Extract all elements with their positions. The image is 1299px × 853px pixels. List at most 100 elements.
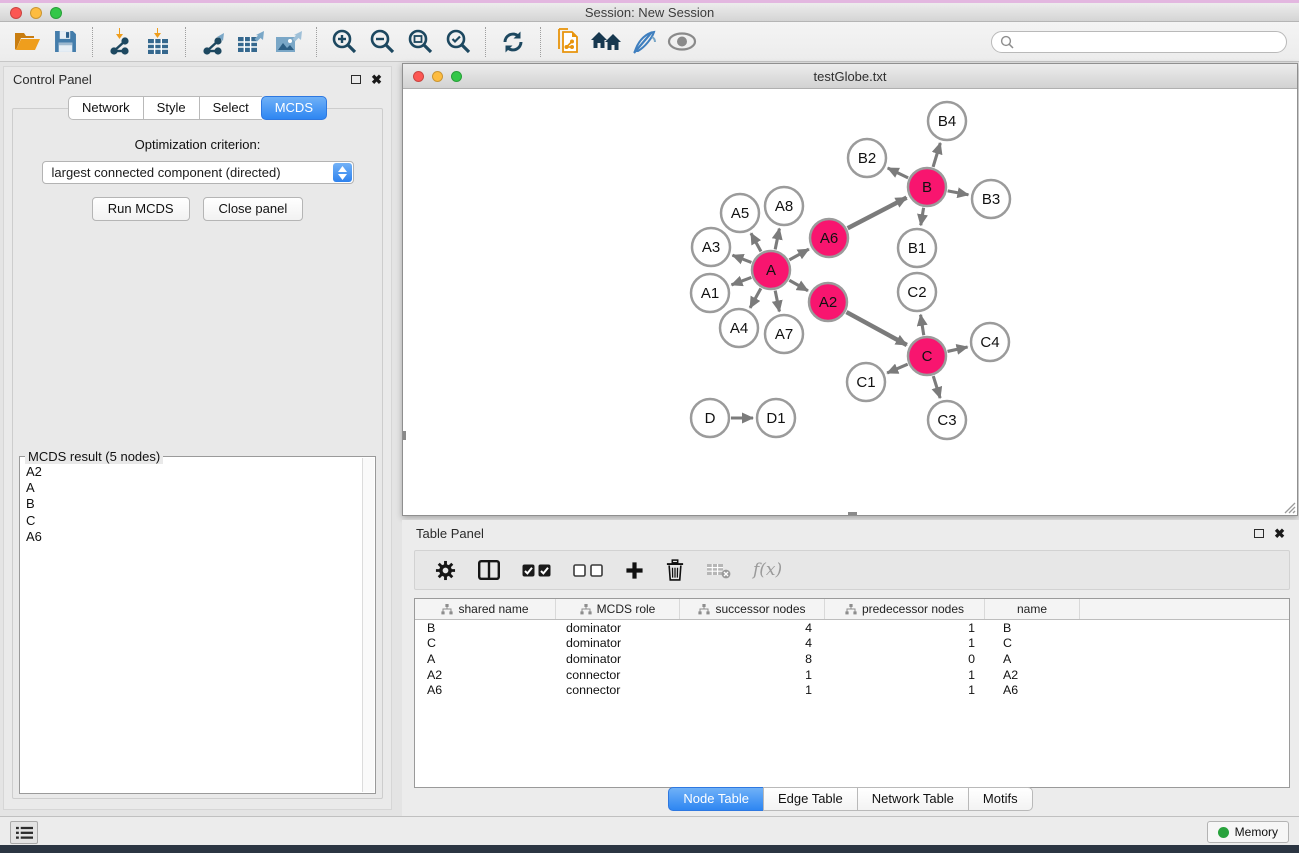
network-edge-B-B2[interactable] xyxy=(888,168,908,178)
visual-style-icon[interactable] xyxy=(625,25,663,59)
network-edge-A-A4[interactable] xyxy=(750,288,761,307)
export-image-icon[interactable] xyxy=(270,25,308,59)
network-zoom-icon[interactable] xyxy=(451,71,462,82)
delete-columns-trash-icon[interactable] xyxy=(666,559,684,581)
open-folder-icon[interactable] xyxy=(8,25,46,59)
search-field[interactable] xyxy=(991,31,1287,53)
create-column-plus-icon[interactable] xyxy=(625,561,644,580)
cell-successor-nodes: 4 xyxy=(680,621,825,635)
network-edge-A-A6[interactable] xyxy=(789,249,808,260)
node-label-A3: A3 xyxy=(702,239,720,256)
result-item[interactable]: C xyxy=(26,513,362,529)
table-toolbar: f(x) xyxy=(414,550,1290,590)
column-header-mcds-role[interactable]: MCDS role xyxy=(556,599,680,619)
float-panel-icon[interactable] xyxy=(351,75,361,84)
minimize-window-icon[interactable] xyxy=(30,7,42,19)
titlebar[interactable]: Session: New Session xyxy=(0,3,1299,22)
column-header-predecessor-nodes[interactable]: predecessor nodes xyxy=(825,599,985,619)
result-item[interactable]: B xyxy=(26,496,362,512)
close-panel-icon[interactable]: ✖ xyxy=(371,73,382,86)
close-panel-icon[interactable]: ✖ xyxy=(1274,527,1285,540)
table-row[interactable]: Cdominator41C xyxy=(415,636,1289,652)
zoom-in-icon[interactable] xyxy=(325,25,363,59)
zoom-window-icon[interactable] xyxy=(50,7,62,19)
table-row[interactable]: Adominator80A xyxy=(415,651,1289,667)
network-edge-C-C1[interactable] xyxy=(887,364,908,373)
table-settings-gear-icon[interactable] xyxy=(435,560,456,581)
network-edge-B-B4[interactable] xyxy=(933,143,940,167)
select-all-columns-icon[interactable] xyxy=(522,564,551,577)
tab-network[interactable]: Network xyxy=(68,96,143,120)
network-edge-A-A2[interactable] xyxy=(789,280,808,290)
node-label-A8: A8 xyxy=(775,198,793,215)
network-edge-A6-B[interactable] xyxy=(848,198,907,229)
export-table-icon[interactable] xyxy=(232,25,270,59)
zoom-selected-icon[interactable] xyxy=(439,25,477,59)
refresh-icon[interactable] xyxy=(494,25,532,59)
column-header-successor-nodes[interactable]: successor nodes xyxy=(680,599,825,619)
node-label-A2: A2 xyxy=(819,294,837,311)
network-edge-B-B1[interactable] xyxy=(921,208,924,226)
tab-node-table[interactable]: Node Table xyxy=(668,787,763,811)
select-stepper-icon xyxy=(333,163,352,182)
column-header-name[interactable]: name xyxy=(985,599,1080,619)
delete-table-icon[interactable] xyxy=(706,562,731,579)
unselect-all-columns-icon[interactable] xyxy=(573,564,603,577)
network-edge-C-C4[interactable] xyxy=(947,347,967,351)
result-item[interactable]: A6 xyxy=(26,529,362,545)
optimization-criterion-select[interactable]: largest connected component (directed) xyxy=(42,161,354,184)
network-edge-A2-C[interactable] xyxy=(846,312,906,345)
cell-mcds-role: connector xyxy=(556,668,680,682)
import-network-icon[interactable] xyxy=(101,25,139,59)
tab-network-table[interactable]: Network Table xyxy=(857,787,968,811)
column-header-shared-name[interactable]: shared name xyxy=(415,599,556,619)
node-label-B4: B4 xyxy=(938,113,956,130)
manage-networks-icon[interactable] xyxy=(549,25,587,59)
tab-motifs[interactable]: Motifs xyxy=(968,787,1033,811)
network-edge-A-A8[interactable] xyxy=(775,229,779,250)
close-window-icon[interactable] xyxy=(10,7,22,19)
node-table[interactable]: shared nameMCDS rolesuccessor nodesprede… xyxy=(414,598,1290,788)
table-row[interactable]: A6connector11A6 xyxy=(415,682,1289,698)
resize-grip-icon[interactable] xyxy=(1282,500,1296,514)
criterion-value: largest connected component (directed) xyxy=(52,165,281,180)
table-row[interactable]: A2connector11A2 xyxy=(415,667,1289,683)
close-panel-button[interactable]: Close panel xyxy=(203,197,304,221)
save-icon[interactable] xyxy=(46,25,84,59)
show-columns-icon[interactable] xyxy=(478,560,500,580)
network-minimize-icon[interactable] xyxy=(432,71,443,82)
network-close-icon[interactable] xyxy=(413,71,424,82)
show-hide-eye-icon[interactable] xyxy=(663,25,701,59)
tab-select[interactable]: Select xyxy=(199,96,262,120)
network-edge-A-A1[interactable] xyxy=(732,277,752,284)
zoom-fit-icon[interactable] xyxy=(401,25,439,59)
network-edge-C-C2[interactable] xyxy=(921,315,924,336)
function-builder-icon[interactable]: f(x) xyxy=(753,560,782,580)
result-item[interactable]: A xyxy=(26,480,362,496)
search-input[interactable] xyxy=(1014,35,1278,49)
run-mcds-button[interactable]: Run MCDS xyxy=(92,197,190,221)
memory-button[interactable]: Memory xyxy=(1207,821,1289,843)
tab-style[interactable]: Style xyxy=(143,96,199,120)
node-label-A7: A7 xyxy=(775,326,793,343)
result-item[interactable]: A2 xyxy=(26,464,362,480)
result-scrollbar[interactable] xyxy=(362,458,374,792)
cell-name: A xyxy=(985,652,1080,666)
table-row[interactable]: Bdominator41B xyxy=(415,620,1289,636)
task-history-button[interactable] xyxy=(10,821,38,844)
float-panel-icon[interactable] xyxy=(1254,529,1264,538)
zoom-out-icon[interactable] xyxy=(363,25,401,59)
network-edge-A-A5[interactable] xyxy=(751,233,761,251)
export-network-icon[interactable] xyxy=(194,25,232,59)
node-label-A: A xyxy=(766,262,776,279)
import-table-icon[interactable] xyxy=(139,25,177,59)
network-edge-C-C3[interactable] xyxy=(933,376,940,398)
network-window-titlebar[interactable]: testGlobe.txt xyxy=(403,64,1297,89)
network-edge-B-B3[interactable] xyxy=(948,191,969,195)
tab-edge-table[interactable]: Edge Table xyxy=(763,787,857,811)
overview-home-icon[interactable] xyxy=(587,25,625,59)
network-edge-A-A3[interactable] xyxy=(732,255,751,262)
network-canvas[interactable]: B4B2BB3A8A5A6A3B1AC2A1A2A4A7C4CC1DD1C3 xyxy=(403,90,1297,515)
tab-mcds[interactable]: MCDS xyxy=(261,96,327,120)
network-edge-A-A7[interactable] xyxy=(775,291,779,312)
